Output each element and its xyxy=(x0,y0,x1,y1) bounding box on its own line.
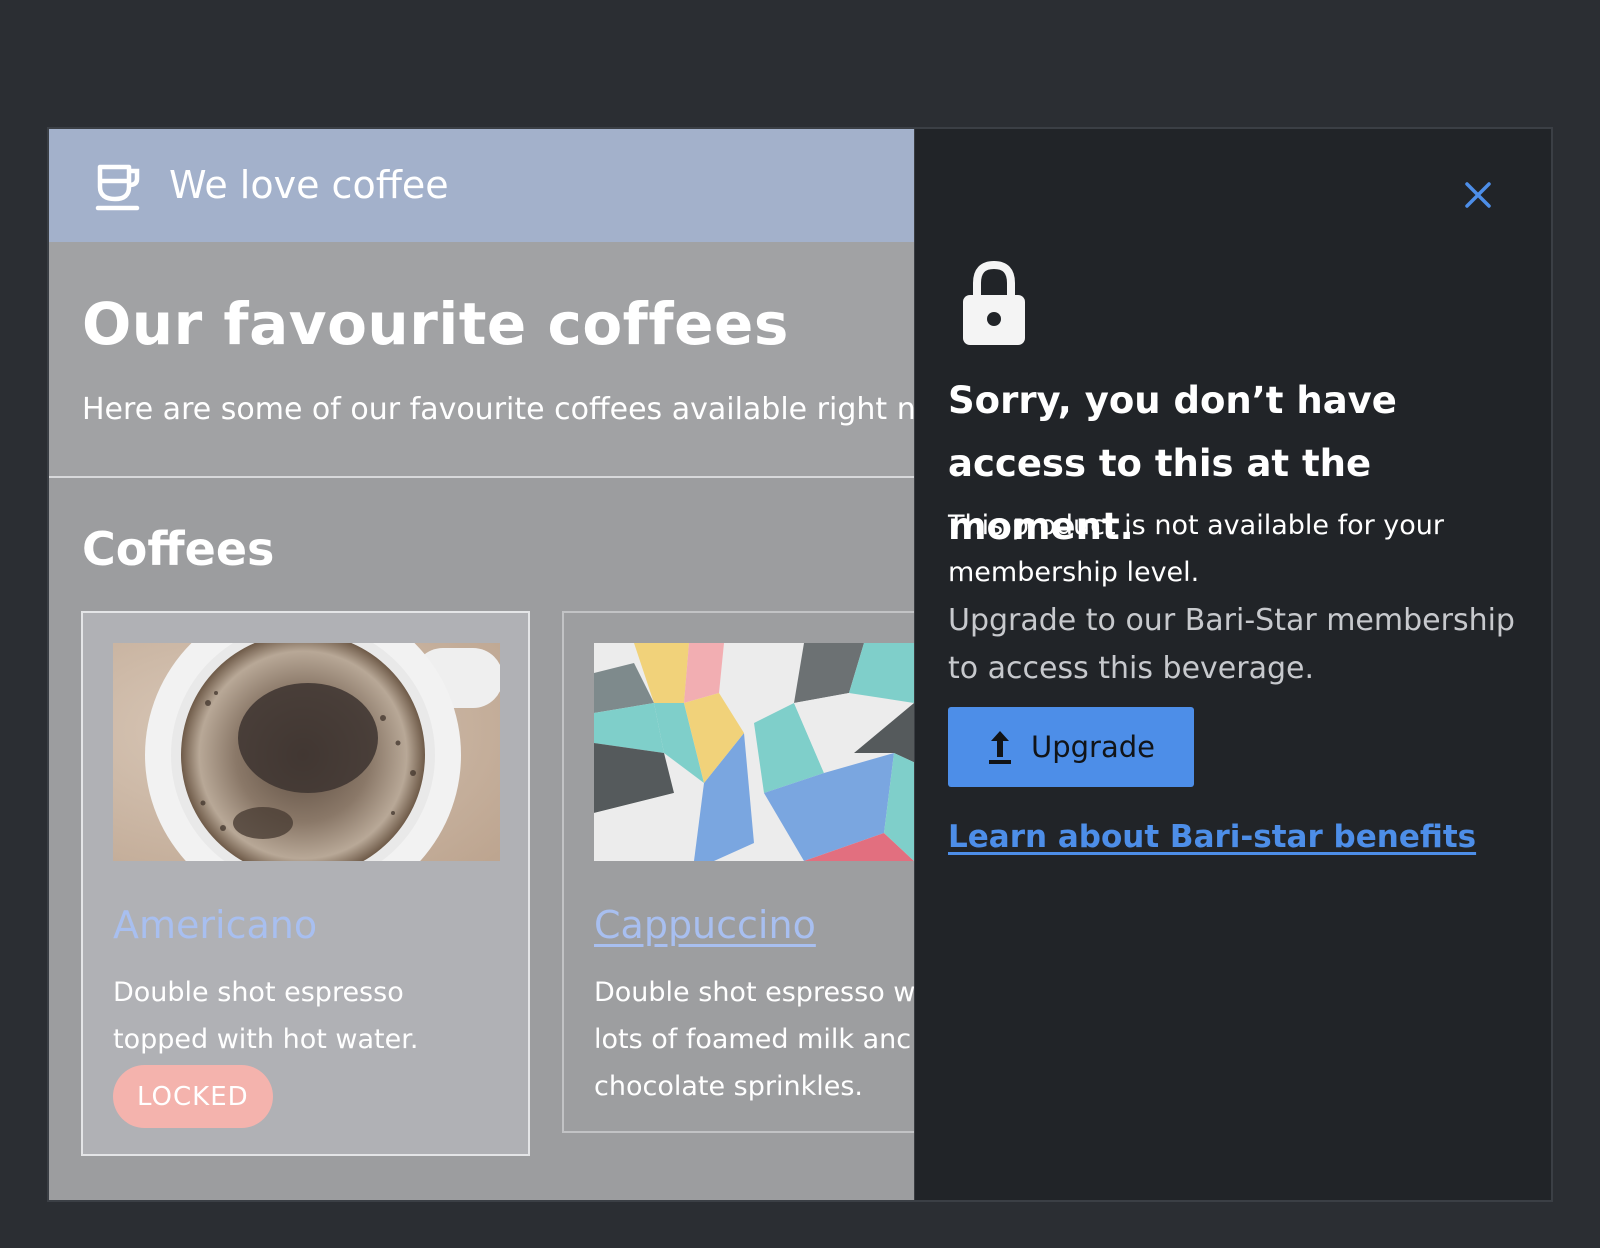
hero-section: Our favourite coffees Here are some of o… xyxy=(49,242,914,478)
upload-arrow-icon xyxy=(989,731,1011,764)
page-subtitle: Here are some of our favourite coffees a… xyxy=(82,392,914,427)
access-denied-panel: Sorry, you don’t have access to this at … xyxy=(914,129,1551,1200)
lock-icon xyxy=(963,260,1025,345)
cappuccino-image xyxy=(594,643,914,861)
locked-badge: LOCKED xyxy=(113,1065,273,1128)
card-description: Double shot espresso topped with hot wat… xyxy=(113,969,418,1063)
page-title: Our favourite coffees xyxy=(82,290,789,358)
card-description-line: Double shot espresso xyxy=(113,977,404,1008)
upgrade-button-label: Upgrade xyxy=(1031,730,1155,764)
upgrade-button[interactable]: Upgrade xyxy=(948,707,1194,787)
coffee-card-cappuccino[interactable]: Cappuccino Double shot espresso w lots o… xyxy=(562,611,914,1133)
section-title: Coffees xyxy=(82,522,275,576)
card-description: Double shot espresso w lots of foamed mi… xyxy=(594,969,914,1110)
card-description-line: chocolate sprinkles. xyxy=(594,1071,863,1102)
top-bar: We love coffee xyxy=(49,129,914,242)
coffee-cup-icon xyxy=(95,164,140,211)
card-description-line: lots of foamed milk anc xyxy=(594,1024,912,1055)
app-window: We love coffee Our favourite coffees Her… xyxy=(47,127,1553,1202)
learn-benefits-link[interactable]: Learn about Bari-star benefits xyxy=(948,819,1476,855)
card-description-line: Double shot espresso w xyxy=(594,977,914,1008)
card-description-line: topped with hot water. xyxy=(113,1024,419,1055)
americano-image xyxy=(113,643,500,861)
dialog-message: This product is not available for your m… xyxy=(948,510,1445,588)
brand-title[interactable]: We love coffee xyxy=(169,160,449,210)
dialog-upsell-text: Upgrade to our Bari-Star membership to a… xyxy=(948,603,1515,686)
card-title-link[interactable]: Cappuccino xyxy=(594,903,816,947)
close-icon[interactable] xyxy=(1460,177,1496,213)
coffee-card-americano[interactable]: Americano Double shot espresso topped wi… xyxy=(81,611,530,1156)
card-title[interactable]: Americano xyxy=(113,903,317,947)
coffee-page: We love coffee Our favourite coffees Her… xyxy=(49,129,914,1200)
